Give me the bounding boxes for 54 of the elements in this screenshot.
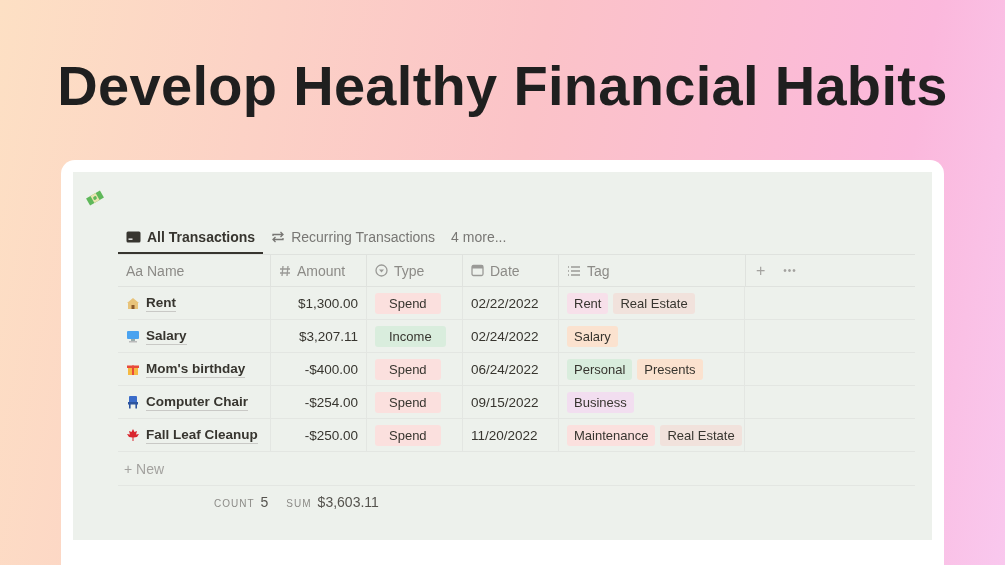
more-options-button[interactable]: ••• <box>783 265 797 276</box>
row-title[interactable]: Fall Leaf Cleanup <box>146 426 258 444</box>
type-tag: Spend <box>375 391 441 413</box>
column-header[interactable]: Type <box>366 254 462 287</box>
row-title[interactable]: Salary <box>146 327 187 345</box>
amount-cell: -$400.00 <box>304 361 358 377</box>
count-value: 5 <box>260 494 269 510</box>
view-tab[interactable]: All Transactions <box>118 220 264 254</box>
list-icon <box>567 264 581 277</box>
monitor-icon <box>126 329 140 343</box>
tag: Real Estate <box>660 424 742 446</box>
type-tag: Spend <box>375 358 441 380</box>
date-cell: 11/20/2022 <box>471 427 538 443</box>
amount-cell: -$250.00 <box>304 427 358 443</box>
view-tab[interactable]: Recurring Transactions <box>263 220 444 254</box>
dropdown-circle-icon <box>375 264 388 277</box>
view-tab[interactable]: 4 more... <box>443 220 515 254</box>
date-cell: 06/24/2022 <box>471 361 539 377</box>
type-tag: Income <box>375 325 446 347</box>
sum-value: $3,603.11 <box>317 494 379 510</box>
type-tag: Spend <box>375 292 441 314</box>
tag: Business <box>567 391 634 413</box>
tag: Salary <box>567 325 618 347</box>
add-column-button[interactable]: + <box>756 261 766 280</box>
date-cell: 02/24/2022 <box>471 328 539 344</box>
column-header[interactable]: Amount <box>270 254 366 287</box>
tag: Maintenance <box>567 424 656 446</box>
row-title[interactable]: Computer Chair <box>146 393 248 411</box>
date-cell: 09/15/2022 <box>471 394 539 410</box>
count-label: COUNT <box>214 498 255 509</box>
sum-label: SUM <box>286 498 312 509</box>
house-icon <box>126 296 140 310</box>
hash-icon <box>279 264 291 277</box>
column-header[interactable]: Tag <box>558 254 745 287</box>
tag: Rent <box>567 292 609 314</box>
tag: Presents <box>637 358 703 380</box>
terminal-icon <box>126 231 141 243</box>
row-title[interactable]: Rent <box>146 294 176 312</box>
column-header[interactable]: Date <box>462 254 558 287</box>
calendar-icon <box>471 264 484 277</box>
maple-leaf-icon <box>126 428 140 442</box>
tag: Real Estate <box>613 292 695 314</box>
tag: Personal <box>567 358 633 380</box>
amount-cell: -$254.00 <box>304 394 358 410</box>
amount-cell: $3,207.11 <box>298 328 358 344</box>
amount-cell: $1,300.00 <box>297 295 358 311</box>
type-tag: Spend <box>375 424 441 446</box>
row-title[interactable]: Mom's birthday <box>146 360 246 378</box>
new-row-button[interactable]: + New <box>124 460 165 477</box>
date-cell: 02/22/2022 <box>471 295 539 311</box>
column-header[interactable]: Aa Name <box>118 254 270 287</box>
repeat-icon <box>271 231 286 243</box>
headline: Develop Healthy Financial Habits <box>57 53 948 119</box>
chair-icon <box>126 395 140 409</box>
